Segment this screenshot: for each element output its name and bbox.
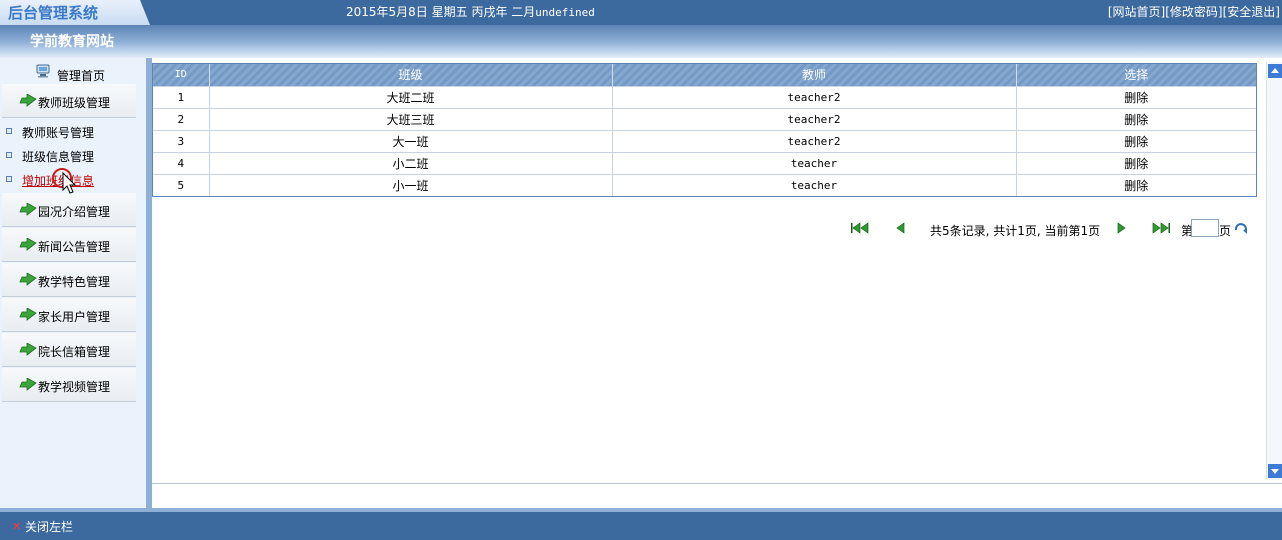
menu-group-teaching-features[interactable]: 教学特色管理 bbox=[2, 263, 136, 297]
cell-id: 5 bbox=[153, 173, 210, 196]
table-header-row: ID 班级 教师 选择 bbox=[153, 64, 1256, 86]
green-arrow-icon bbox=[19, 94, 37, 107]
scroll-down-icon bbox=[1271, 469, 1279, 474]
scroll-up-button[interactable] bbox=[1268, 64, 1282, 78]
site-title: 学前教育网站 bbox=[30, 34, 114, 50]
menu-group-teacher-class[interactable]: 教师班级管理 bbox=[2, 84, 136, 118]
top-bar: 后台管理系统 2015年5月8日 星期五 丙戌年 二月undefined [网站… bbox=[0, 0, 1282, 25]
table-row[interactable]: 3 大一班 teacher2 删除 bbox=[153, 129, 1256, 152]
bullet-icon bbox=[6, 176, 12, 182]
delete-link[interactable]: 删除 bbox=[1124, 179, 1148, 193]
close-sidebar-link[interactable]: 关闭左栏 bbox=[25, 518, 73, 535]
cell-class: 大班二班 bbox=[209, 85, 613, 108]
class-table: ID 班级 教师 选择 1 大班二班 teacher2 删除 2 大班三班 te… bbox=[152, 63, 1257, 197]
menu-group-label: 教师班级管理 bbox=[38, 96, 111, 110]
date-display: 2015年5月8日 星期五 丙戌年 二月undefined bbox=[346, 3, 595, 20]
cell-id: 3 bbox=[153, 129, 210, 152]
next-page-icon[interactable] bbox=[1114, 220, 1128, 236]
menu-group-parent-users[interactable]: 家长用户管理 bbox=[2, 298, 136, 332]
green-arrow-icon bbox=[19, 238, 37, 251]
menu-group-label: 家长用户管理 bbox=[38, 310, 111, 324]
cell-class: 大一班 bbox=[209, 129, 613, 152]
cell-teacher: teacher bbox=[612, 173, 1017, 196]
table-row[interactable]: 1 大班二班 teacher2 删除 bbox=[153, 85, 1256, 108]
cell-id: 1 bbox=[153, 85, 210, 108]
bullet-icon bbox=[6, 128, 12, 134]
scroll-down-button[interactable] bbox=[1268, 464, 1282, 478]
green-arrow-icon bbox=[19, 343, 37, 356]
cell-class: 大班三班 bbox=[209, 107, 613, 130]
green-arrow-icon bbox=[19, 203, 37, 216]
first-page-icon[interactable] bbox=[850, 220, 870, 236]
page-number-input[interactable] bbox=[1191, 219, 1219, 237]
cell-teacher: teacher2 bbox=[612, 129, 1017, 152]
previous-page-icon[interactable] bbox=[894, 220, 908, 236]
date-text: 2015年5月8日 星期五 丙戌年 二月 bbox=[346, 5, 536, 19]
menu-group-label: 新闻公告管理 bbox=[38, 240, 111, 254]
pagination-summary: 共5条记录, 共计1页, 当前第1页 bbox=[930, 224, 1101, 238]
menu-group-label: 教学视频管理 bbox=[38, 380, 111, 394]
top-links: [网站首页][修改密码][安全退出] bbox=[1108, 3, 1280, 20]
cell-teacher: teacher2 bbox=[612, 107, 1017, 130]
site-banner: 学前教育网站 bbox=[0, 25, 1282, 58]
table-row[interactable]: 5 小一班 teacher 删除 bbox=[153, 173, 1256, 196]
date-suffix: undefined bbox=[535, 6, 595, 19]
change-password-link[interactable]: [修改密码] bbox=[1165, 5, 1222, 19]
column-header-class[interactable]: 班级 bbox=[209, 64, 613, 86]
page-suffix-label: 页 bbox=[1219, 224, 1232, 238]
green-arrow-icon bbox=[19, 378, 37, 391]
cell-class: 小二班 bbox=[209, 151, 613, 174]
close-icon[interactable]: ✕ bbox=[12, 520, 21, 533]
table-row[interactable]: 4 小二班 teacher 删除 bbox=[153, 151, 1256, 174]
menu-group-label: 教学特色管理 bbox=[38, 275, 111, 289]
menu-group-label: 院长信箱管理 bbox=[38, 345, 111, 359]
sidebar-item-label: 增加班级信息 bbox=[22, 174, 95, 188]
site-home-link[interactable]: [网站首页] bbox=[1108, 5, 1165, 19]
cell-id: 2 bbox=[153, 107, 210, 130]
footer-bar: ✕ 关闭左栏 bbox=[0, 508, 1282, 540]
go-refresh-icon[interactable] bbox=[1233, 221, 1249, 237]
menu-group-news[interactable]: 新闻公告管理 bbox=[2, 228, 136, 262]
cell-action: 删除 bbox=[1016, 107, 1256, 130]
green-arrow-icon bbox=[19, 273, 37, 286]
column-header-teacher[interactable]: 教师 bbox=[612, 64, 1017, 86]
column-header-select[interactable]: 选择 bbox=[1016, 64, 1256, 86]
green-arrow-icon bbox=[19, 308, 37, 321]
sidebar: 管理首页 教师班级管理 教师账号管理 班级信息管理 增加班级信息 园况介绍管理 … bbox=[0, 58, 146, 508]
main-content: ID 班级 教师 选择 1 大班二班 teacher2 删除 2 大班三班 te… bbox=[152, 58, 1282, 508]
cell-class: 小一班 bbox=[209, 173, 613, 196]
cell-action: 删除 bbox=[1016, 85, 1256, 108]
bullet-icon bbox=[6, 152, 12, 158]
cell-action: 删除 bbox=[1016, 151, 1256, 174]
menu-group-label: 园况介绍管理 bbox=[38, 205, 111, 219]
delete-link[interactable]: 删除 bbox=[1124, 113, 1148, 127]
cell-action: 删除 bbox=[1016, 129, 1256, 152]
last-page-icon[interactable] bbox=[1151, 220, 1171, 236]
cell-action: 删除 bbox=[1016, 173, 1256, 196]
content-divider bbox=[152, 483, 1282, 484]
sidebar-home-label: 管理首页 bbox=[57, 69, 106, 83]
vertical-scrollbar[interactable] bbox=[1266, 62, 1282, 480]
app-logo: 后台管理系统 bbox=[0, 0, 150, 25]
pagination: 共5条记录, 共计1页, 当前第1页 第 页 bbox=[152, 220, 1262, 238]
cell-id: 4 bbox=[153, 151, 210, 174]
sidebar-item-label: 教师账号管理 bbox=[22, 126, 95, 140]
computer-icon bbox=[36, 64, 50, 78]
sidebar-home[interactable]: 管理首页 bbox=[0, 58, 146, 84]
delete-link[interactable]: 删除 bbox=[1124, 91, 1148, 105]
cell-teacher: teacher bbox=[612, 151, 1017, 174]
menu-group-principal-mailbox[interactable]: 院长信箱管理 bbox=[2, 333, 136, 367]
table-row[interactable]: 2 大班三班 teacher2 删除 bbox=[153, 107, 1256, 130]
sidebar-item-label: 班级信息管理 bbox=[22, 150, 95, 164]
scroll-up-icon bbox=[1271, 68, 1279, 73]
menu-group-kindergarten-intro[interactable]: 园况介绍管理 bbox=[2, 193, 136, 227]
column-header-id[interactable]: ID bbox=[153, 64, 210, 86]
delete-link[interactable]: 删除 bbox=[1124, 157, 1148, 171]
cell-teacher: teacher2 bbox=[612, 85, 1017, 108]
logout-link[interactable]: [安全退出] bbox=[1223, 5, 1280, 19]
menu-group-teaching-videos[interactable]: 教学视频管理 bbox=[2, 368, 136, 402]
app-logo-text: 后台管理系统 bbox=[8, 4, 99, 22]
delete-link[interactable]: 删除 bbox=[1124, 135, 1148, 149]
